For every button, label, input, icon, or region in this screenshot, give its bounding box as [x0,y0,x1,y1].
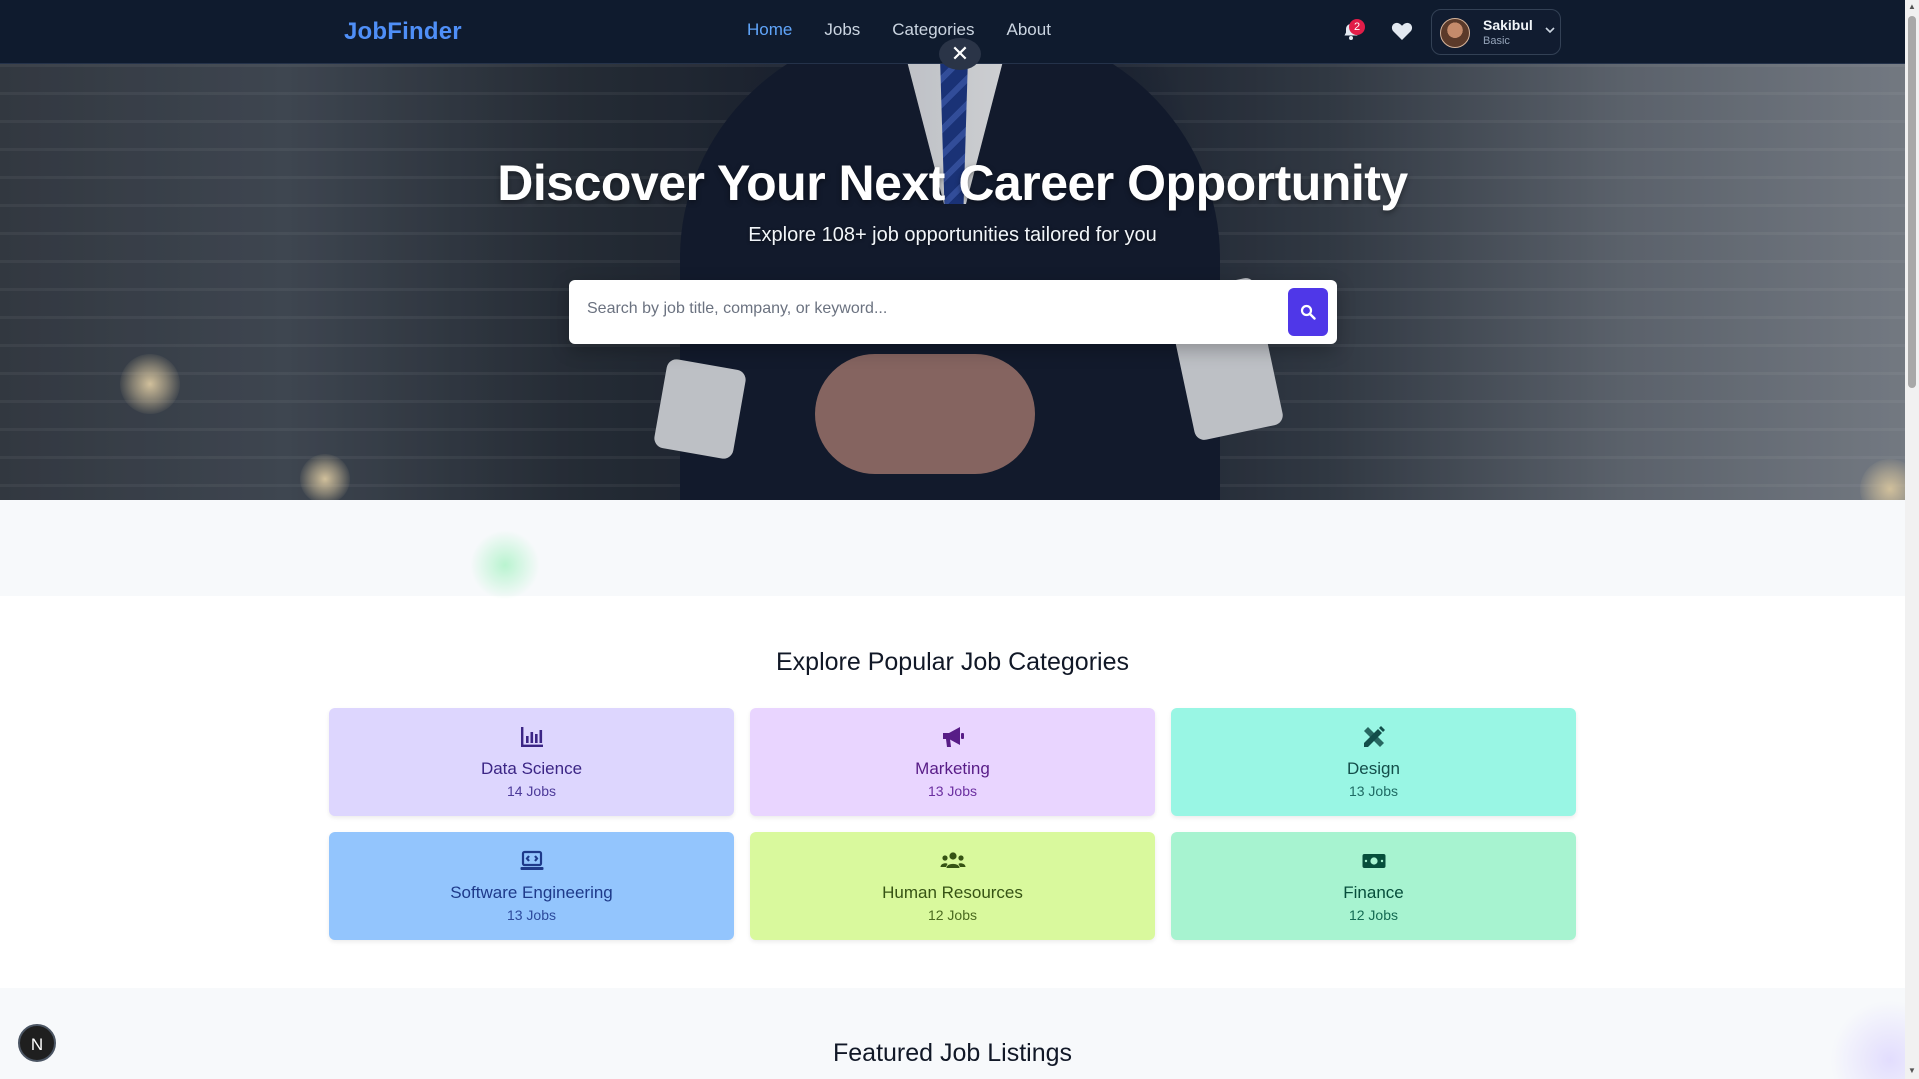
categories-title: Explore Popular Job Categories [776,648,1129,676]
category-count: 13 Jobs [927,783,978,799]
nav-link-about[interactable]: About [1007,20,1051,40]
money-bill-icon [1362,854,1385,868]
megaphone-icon [942,727,964,747]
page-scrollbar[interactable]: ▲ ▼ [1905,0,1919,1079]
category-count: 13 Jobs [506,907,557,923]
category-card-finance[interactable]: Finance 12 Jobs [1171,832,1576,940]
category-name: Data Science [480,759,583,778]
category-name: Marketing [915,759,990,778]
close-icon[interactable]: ✕ [939,38,981,70]
search-input[interactable] [587,300,1267,318]
nav-link-categories[interactable]: Categories [892,20,974,40]
stats-strip [0,500,1905,600]
hero-subtitle: Explore 108+ job opportunities tailored … [748,224,1157,246]
user-name: Sakibul [1483,17,1533,33]
category-count: 12 Jobs [927,907,978,923]
category-name: Software Engineering [450,883,613,902]
category-card-data-science[interactable]: Data Science 14 Jobs [329,708,734,816]
category-count: 12 Jobs [1348,907,1399,923]
categories-grid: Data Science 14 Jobs Marketing 13 Jobs D… [329,708,1577,940]
logo[interactable]: JobFinder [344,18,462,46]
laptop-code-icon [520,850,543,870]
nav-link-jobs[interactable]: Jobs [824,20,860,40]
users-icon [940,852,965,868]
scrollbar-thumb[interactable] [1908,16,1916,388]
chevron-down-icon [1545,27,1555,34]
chart-bar-icon [520,727,543,747]
decorative-glow [470,530,540,600]
scroll-down-arrow-icon[interactable]: ▼ [1908,1067,1916,1075]
scroll-up-arrow-icon[interactable]: ▲ [1908,3,1916,11]
hero-title: Discover Your Next Career Opportunity [497,155,1408,211]
category-count: 13 Jobs [1348,783,1399,799]
search-button[interactable] [1288,288,1328,336]
nav-links: Home Jobs Categories About [747,20,1051,40]
search-bar [569,280,1337,344]
category-card-software-engineering[interactable]: Software Engineering 13 Jobs [329,832,734,940]
nav-link-home[interactable]: Home [747,20,792,40]
featured-title: Featured Job Listings [832,1039,1073,1067]
avatar [1440,18,1470,48]
pencil-ruler-icon [1363,726,1385,747]
category-card-human-resources[interactable]: Human Resources 12 Jobs [750,832,1155,940]
user-plan: Basic [1483,35,1510,47]
category-card-marketing[interactable]: Marketing 13 Jobs [750,708,1155,816]
category-count: 14 Jobs [506,783,557,799]
heart-icon[interactable] [1391,21,1413,41]
search-icon [1300,304,1316,320]
category-name: Design [1347,759,1400,778]
user-menu[interactable]: Sakibul Basic [1431,9,1561,55]
notification-count-badge: 2 [1349,19,1365,35]
dev-tools-badge[interactable]: N [18,1024,56,1062]
page: Discover Your Next Career Opportunity Ex… [0,0,1905,1079]
category-name: Finance [1343,883,1404,902]
category-card-design[interactable]: Design 13 Jobs [1171,708,1576,816]
hero-section: Discover Your Next Career Opportunity Ex… [0,64,1905,500]
category-name: Human Resources [882,883,1023,902]
